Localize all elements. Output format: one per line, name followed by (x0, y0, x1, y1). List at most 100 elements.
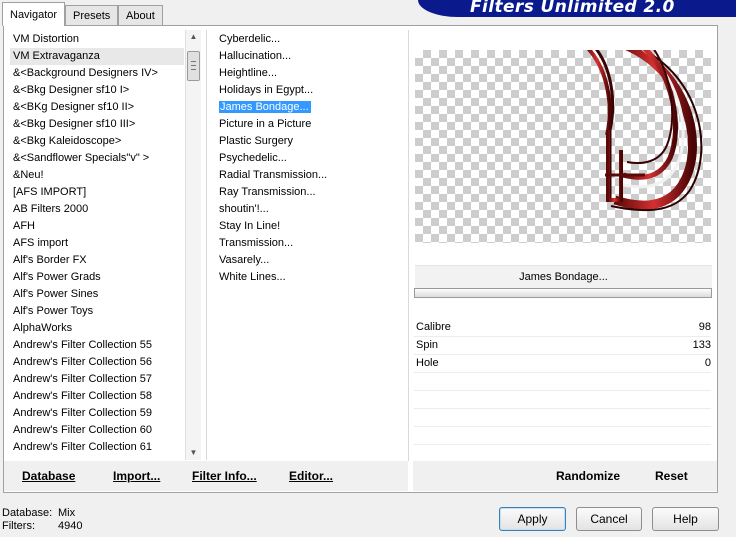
filter-item[interactable]: Psychedelic... (216, 150, 401, 167)
param-row-empty (414, 427, 711, 445)
preview-divider (408, 30, 409, 462)
status-label: Database: (2, 507, 53, 519)
category-item[interactable]: VM Extravaganza (10, 48, 184, 65)
category-item[interactable]: &<BKg Designer sf10 II> (10, 99, 184, 116)
filter-item-label: James Bondage... (219, 101, 311, 113)
category-item[interactable]: &<Bkg Designer sf10 III> (10, 116, 184, 133)
preview-ring-graphic (586, 50, 703, 212)
param-row-spin[interactable]: Spin 133 (414, 337, 711, 355)
parameter-slider[interactable] (414, 288, 712, 298)
filter-item[interactable]: Hallucination... (216, 48, 401, 65)
help-button[interactable]: Help (652, 507, 719, 531)
selected-filter-name: James Bondage... (415, 265, 712, 288)
category-list[interactable]: VM Distortion VM Extravaganza &<Background… (10, 31, 184, 456)
filter-info-button[interactable]: Filter Info... (192, 469, 257, 483)
toolbar-gap (408, 461, 413, 491)
list-divider (206, 30, 207, 460)
randomize-button[interactable]: Randomize (556, 469, 620, 483)
app-title: Filters Unlimited 2.0 (470, 0, 675, 17)
category-item[interactable]: AFH (10, 218, 184, 235)
filter-item-label: White Lines... (219, 271, 286, 283)
filter-item[interactable]: White Lines... (216, 269, 401, 286)
status-database: Database: Mix (2, 507, 75, 519)
filter-item[interactable]: shoutin'!... (216, 201, 401, 218)
tab-navigator[interactable]: Navigator (2, 2, 66, 26)
filter-item-label: Heightline... (219, 67, 278, 79)
filter-item[interactable]: Stay In Line! (216, 218, 401, 235)
filter-item-label: Holidays in Egypt... (219, 84, 314, 96)
filter-item[interactable]: Picture in a Picture (216, 116, 401, 133)
param-label: Hole (416, 357, 439, 369)
category-item[interactable]: Alf's Power Toys (10, 303, 184, 320)
param-value[interactable]: 0 (705, 355, 711, 372)
category-item[interactable]: AlphaWorks (10, 320, 184, 337)
category-item[interactable]: Andrew's Filter Collection 60 (10, 422, 184, 439)
filter-item-label: Cyberdelic... (219, 33, 281, 45)
preview-image (415, 50, 711, 243)
param-value[interactable]: 133 (693, 337, 711, 354)
filter-item-label: Transmission... (219, 237, 294, 249)
import-button[interactable]: Import... (113, 469, 160, 483)
filter-item-label: shoutin'!... (219, 203, 269, 215)
category-item[interactable]: Alf's Power Sines (10, 286, 184, 303)
filter-item[interactable]: James Bondage... (216, 99, 401, 116)
tab-presets[interactable]: Presets (65, 5, 119, 25)
param-value[interactable]: 98 (699, 319, 711, 336)
category-item[interactable]: Andrew's Filter Collection 56 (10, 354, 184, 371)
param-row-empty (414, 373, 711, 391)
filter-item[interactable]: Cyberdelic... (216, 31, 401, 48)
category-item[interactable]: Andrew's Filter Collection 57 (10, 371, 184, 388)
database-button[interactable]: Database (22, 469, 75, 483)
filter-item[interactable]: Plastic Surgery (216, 133, 401, 150)
scroll-thumb[interactable] (187, 51, 200, 81)
filter-item[interactable]: Holidays in Egypt... (216, 82, 401, 99)
editor-button[interactable]: Editor... (289, 469, 333, 483)
filter-item[interactable]: Heightline... (216, 65, 401, 82)
filter-item-label: Ray Transmission... (219, 186, 316, 198)
category-item[interactable]: AB Filters 2000 (10, 201, 184, 218)
filter-item[interactable]: Transmission... (216, 235, 401, 252)
category-item[interactable]: Alf's Border FX (10, 252, 184, 269)
param-row-empty (414, 409, 711, 427)
scroll-up-arrow-icon[interactable]: ▲ (186, 30, 201, 44)
status-filters: Filters: 4940 (2, 520, 82, 532)
status-label: Filters: (2, 520, 35, 532)
category-item[interactable]: AFS import (10, 235, 184, 252)
category-item[interactable]: Andrew's Filter Collection 59 (10, 405, 184, 422)
category-scrollbar[interactable]: ▲ ▼ (185, 30, 201, 460)
filter-item-label: Psychedelic... (219, 152, 287, 164)
filter-item-label: Stay In Line! (219, 220, 281, 232)
tab-about[interactable]: About (118, 5, 163, 25)
param-label: Calibre (416, 321, 451, 333)
status-value: 4940 (58, 520, 83, 532)
category-item[interactable]: Andrew's Filter Collection 61 (10, 439, 184, 456)
cancel-button[interactable]: Cancel (576, 507, 642, 531)
scroll-down-arrow-icon[interactable]: ▼ (186, 446, 201, 460)
filter-item-label: Radial Transmission... (219, 169, 328, 181)
status-value: Mix (58, 507, 76, 519)
category-item[interactable]: VM Distortion (10, 31, 184, 48)
category-item[interactable]: &<Bkg Kaleidoscope> (10, 133, 184, 150)
param-row-empty (414, 391, 711, 409)
param-row-calibre[interactable]: Calibre 98 (414, 319, 711, 337)
category-item[interactable]: &Neu! (10, 167, 184, 184)
filter-item[interactable]: Ray Transmission... (216, 184, 401, 201)
filter-item[interactable]: Radial Transmission... (216, 167, 401, 184)
category-item[interactable]: [AFS IMPORT] (10, 184, 184, 201)
filter-list[interactable]: Cyberdelic... Hallucination... Heightline.… (216, 31, 401, 286)
filter-item-label: Plastic Surgery (219, 135, 293, 147)
category-item[interactable]: &<Background Designers IV> (10, 65, 184, 82)
category-item[interactable]: &<Sandflower Specials"v" > (10, 150, 184, 167)
reset-button[interactable]: Reset (655, 469, 688, 483)
category-item[interactable]: Andrew's Filter Collection 55 (10, 337, 184, 354)
filter-item-label: Vasarely... (219, 254, 270, 266)
filter-item-label: Hallucination... (219, 50, 292, 62)
category-item[interactable]: &<Bkg Designer sf10 I> (10, 82, 184, 99)
apply-button[interactable]: Apply (499, 507, 566, 531)
category-item[interactable]: Andrew's Filter Collection 58 (10, 388, 184, 405)
category-item[interactable]: Alf's Power Grads (10, 269, 184, 286)
param-label: Spin (416, 339, 439, 351)
param-row-hole[interactable]: Hole 0 (414, 355, 711, 373)
filter-item[interactable]: Vasarely... (216, 252, 401, 269)
filter-item-label: Picture in a Picture (219, 118, 312, 130)
